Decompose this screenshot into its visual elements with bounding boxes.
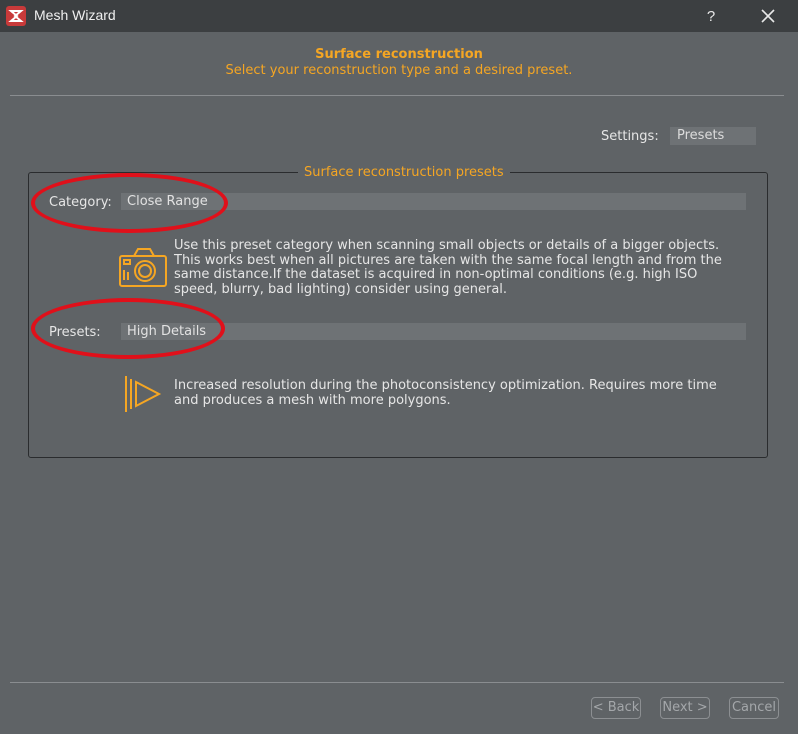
presets-group-title: Surface reconstruction presets <box>298 165 510 180</box>
presets-description: Increased resolution during the photocon… <box>174 378 717 408</box>
camera-icon <box>119 248 167 287</box>
category-highlight-annotation <box>31 173 228 233</box>
back-button[interactable]: < Back <box>591 697 641 719</box>
presets-highlight-annotation <box>31 298 225 359</box>
window-title: Mesh Wizard <box>34 7 116 23</box>
wizard-step-title: Surface reconstruction <box>315 47 483 62</box>
cancel-button[interactable]: Cancel <box>729 697 779 719</box>
footer-divider <box>10 682 784 683</box>
wizard-step-subtitle: Select your reconstruction type and a de… <box>225 63 573 78</box>
title-bar: Mesh Wizard ? <box>0 0 798 32</box>
app-logo-icon <box>6 6 26 26</box>
close-button[interactable] <box>745 0 791 32</box>
settings-select[interactable]: Presets <box>670 127 756 145</box>
settings-label: Settings: <box>601 129 659 144</box>
header-divider <box>10 95 784 96</box>
close-icon <box>761 9 775 23</box>
next-button[interactable]: Next > <box>660 697 710 719</box>
triple-play-icon <box>125 376 162 412</box>
category-description: Use this preset category when scanning s… <box>174 238 722 297</box>
help-button[interactable]: ? <box>688 0 734 32</box>
